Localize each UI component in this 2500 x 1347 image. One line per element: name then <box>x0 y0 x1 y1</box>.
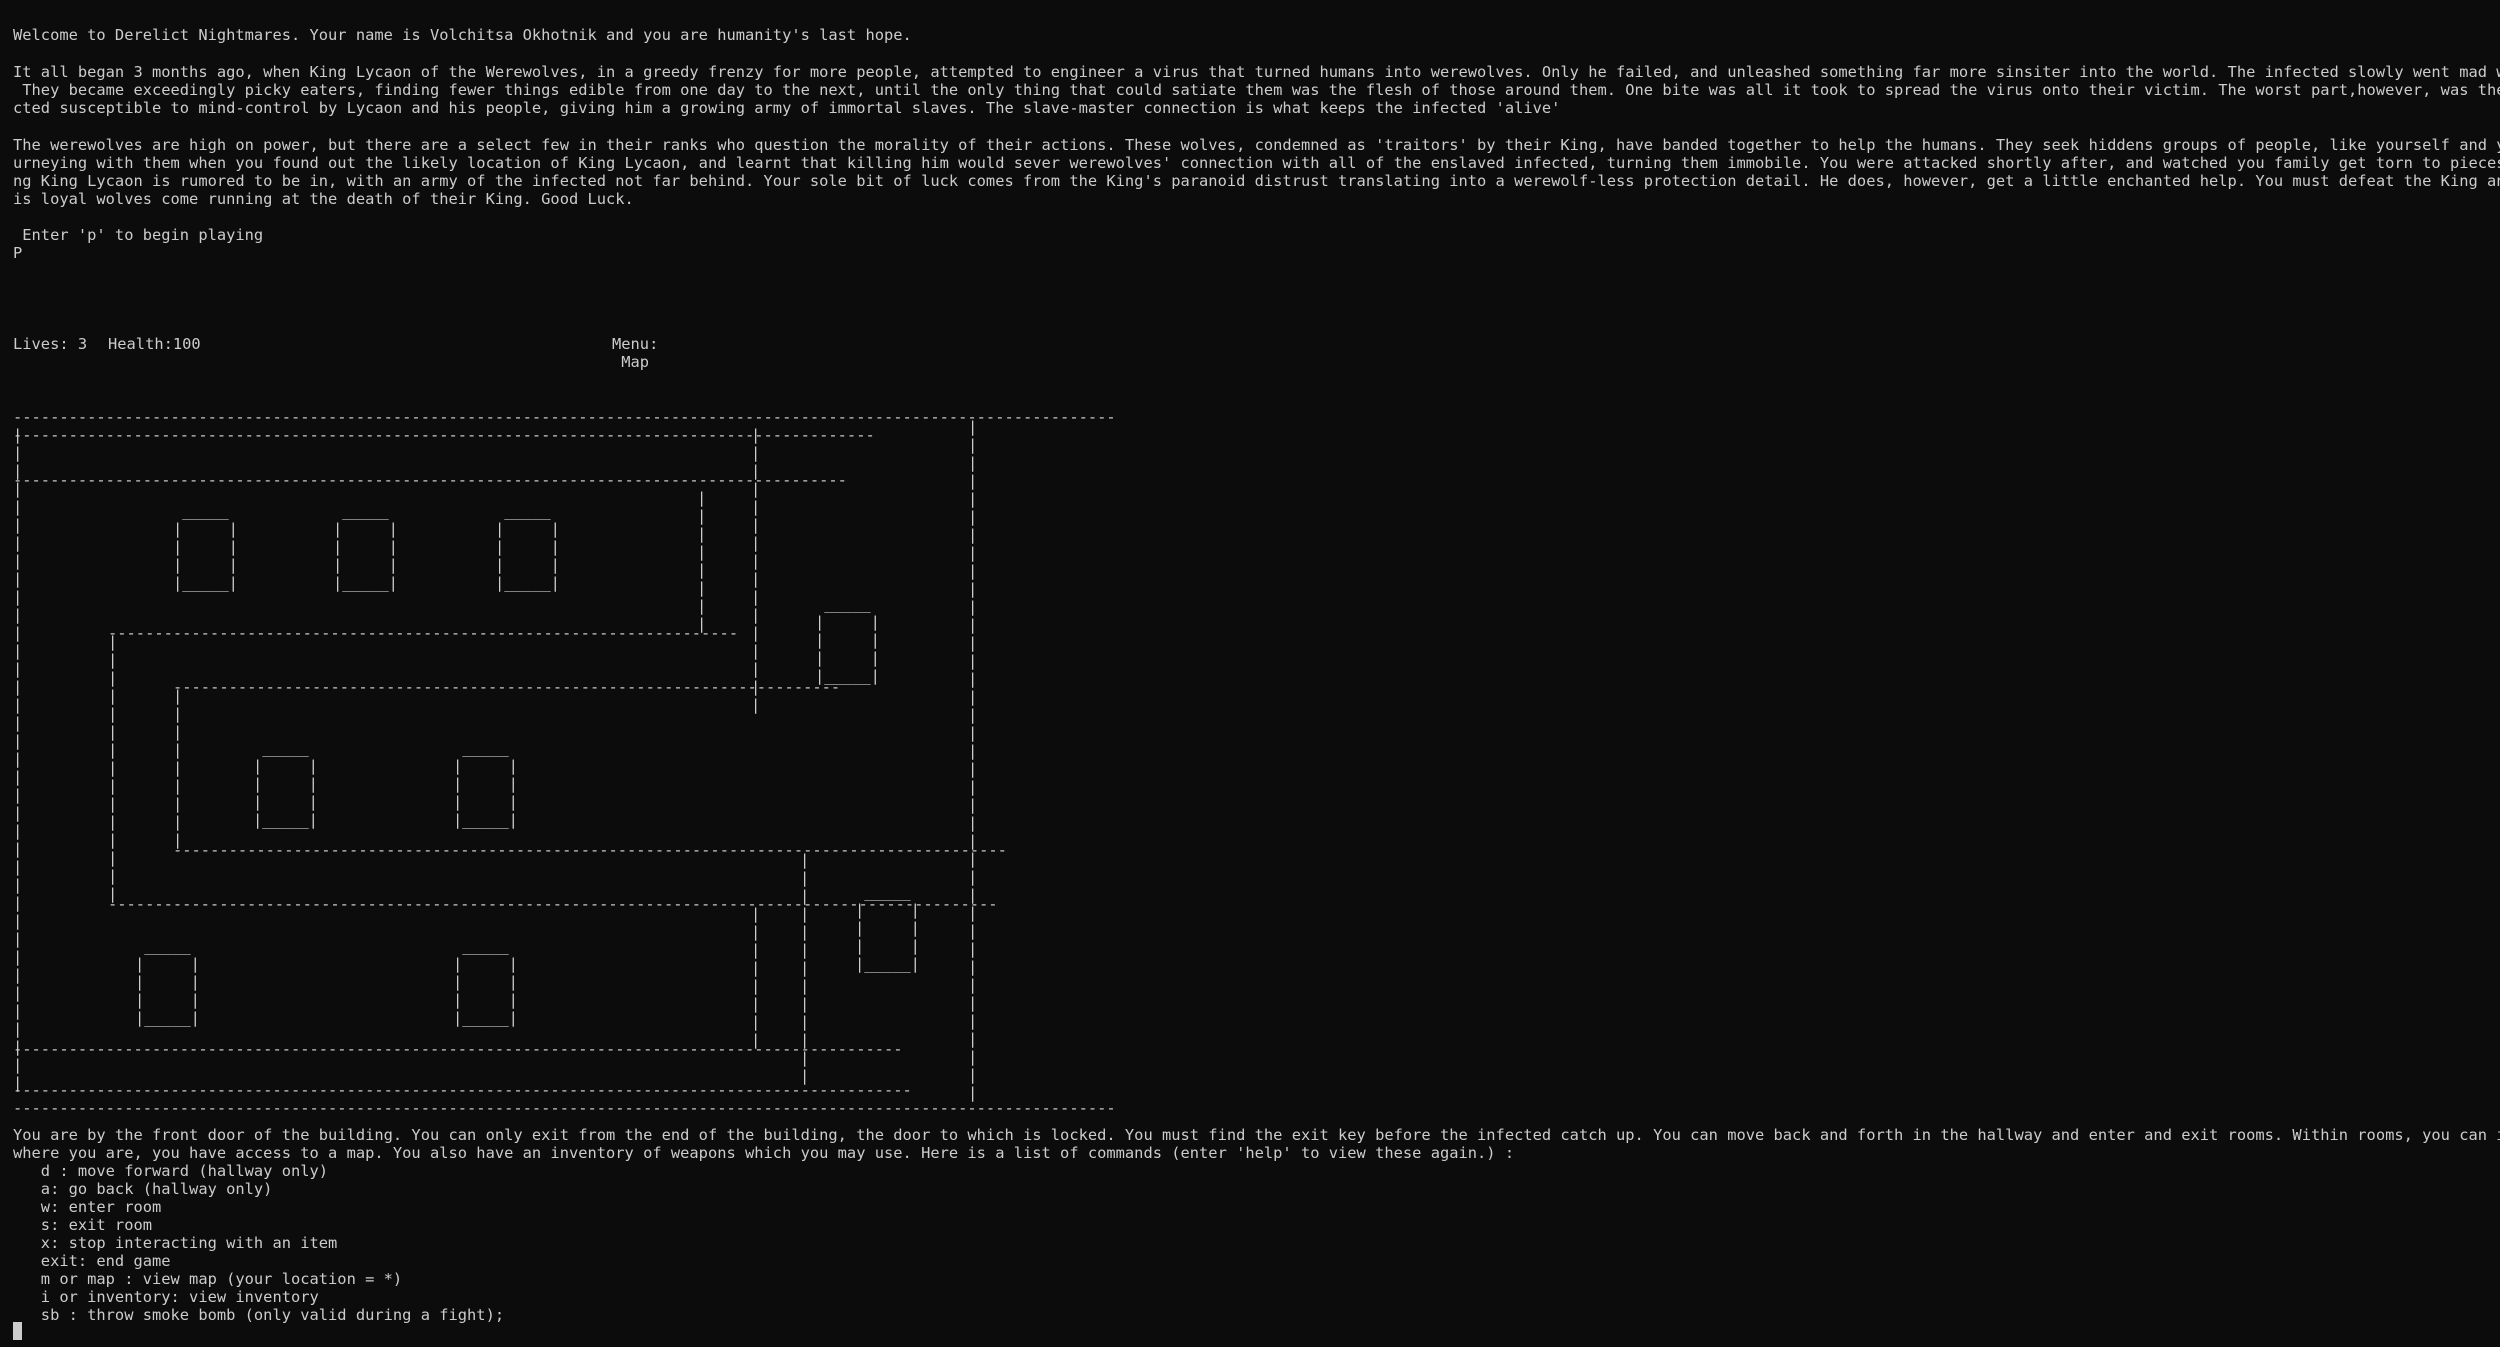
ascii-building-map: ----------------------------------------… <box>0 0 1116 1120</box>
command-item: exit: end game <box>13 1252 171 1270</box>
command-item: x: stop interacting with an item <box>13 1234 338 1252</box>
terminal-window[interactable]: Welcome to Derelict Nightmares. Your nam… <box>0 0 2500 1347</box>
map-wall: | | | | | | | | | | | | | | | | | | | | … <box>968 418 978 1102</box>
map-room: _____ | | | | | | |_____| <box>173 502 238 592</box>
command-item: a: go back (hallway only) <box>13 1180 273 1198</box>
command-item: i or inventory: view inventory <box>13 1288 319 1306</box>
map-wall: ----------------------------------------… <box>13 408 1116 426</box>
map-wall: ----------------------------------------… <box>13 426 875 444</box>
map-wall: | | | | | | | | <box>697 489 707 633</box>
map-wall: | | | | | | | | | | | | | <box>800 851 810 1085</box>
map-wall: | | | | | | | | <box>751 905 761 1049</box>
command-item: m or map : view map (your location = *) <box>13 1270 403 1288</box>
map-wall: ----------------------------------------… <box>13 1081 912 1099</box>
map-wall: ----------------------------------------… <box>108 624 739 642</box>
map-room: _____ | | | | | | |_____| <box>333 502 398 592</box>
command-item: w: enter room <box>13 1198 162 1216</box>
map-room: _____ | | | | | | |_____| <box>495 502 560 592</box>
map-room: _____ | | | | | | |_____| <box>453 937 518 1027</box>
command-item: s: exit room <box>13 1216 152 1234</box>
map-wall: | | | | | | | | | | | | | | | <box>108 633 118 903</box>
map-wall: ----------------------------------------… <box>13 1040 903 1058</box>
command-item: sb : throw smoke bomb (only valid during… <box>13 1306 505 1324</box>
terminal-cursor <box>13 1322 22 1340</box>
map-wall: | | | | | | | | | | | | | | | | | | | | … <box>13 426 23 1092</box>
command-item: d : move forward (hallway only) <box>13 1162 329 1180</box>
map-room: _____ | | | | | | |_____| <box>253 739 318 829</box>
map-room: _____ | | | | | | |_____| <box>453 739 518 829</box>
description-line: You are by the front door of the buildin… <box>13 1126 2500 1144</box>
description-line: where you are, you have access to a map.… <box>13 1144 1515 1162</box>
map-wall: ----------------------------------------… <box>13 1099 1116 1117</box>
map-room: _____ | | | | | | |_____| <box>135 937 200 1027</box>
map-wall: | | | | | | | | | | | | | | | | <box>751 426 761 714</box>
map-wall: ----------------------------------------… <box>13 471 847 489</box>
map-wall: | | | | | | | | | <box>173 687 183 849</box>
map-wall: ----------------------------------------… <box>173 678 841 696</box>
map-room: _____ | | | | | | |_____| <box>815 595 880 685</box>
map-room: _____ | | | | | | |_____| <box>855 883 920 973</box>
map-wall: ----------------------------------------… <box>173 841 1007 859</box>
